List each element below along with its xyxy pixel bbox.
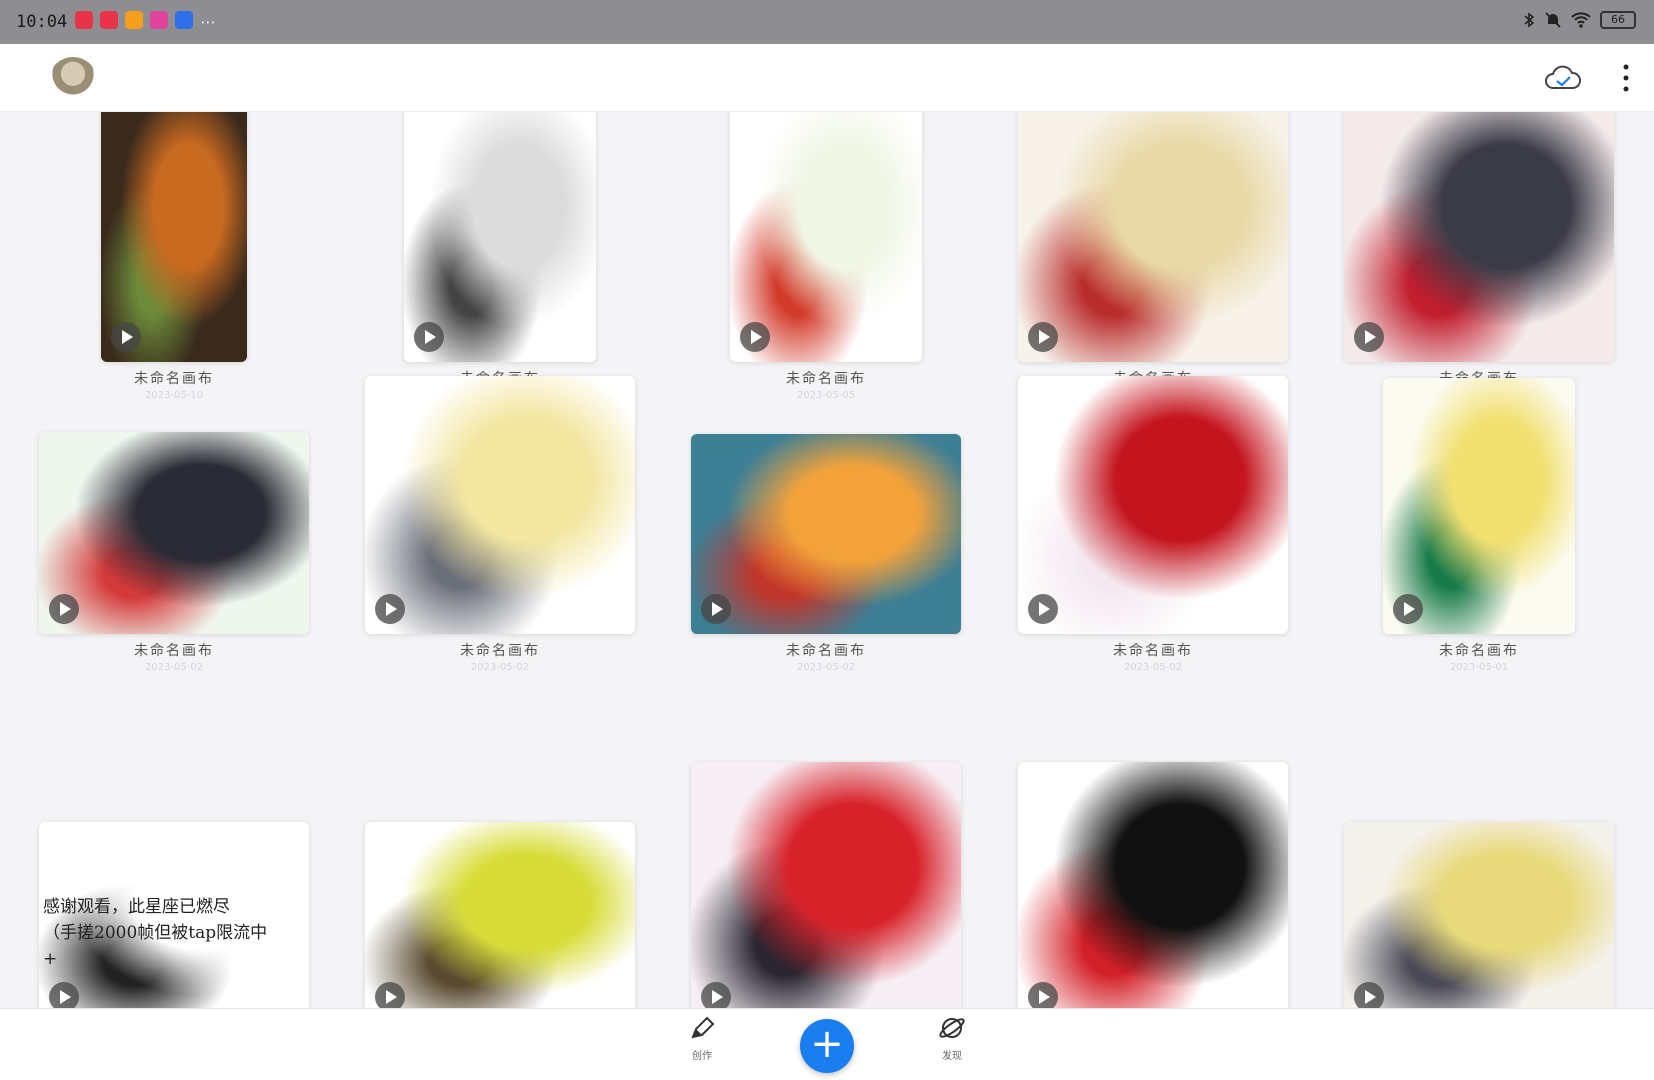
add-canvas-button[interactable]: + xyxy=(800,1019,854,1073)
artwork-date: 2023-05-02 xyxy=(144,662,204,673)
play-icon[interactable] xyxy=(1393,594,1423,624)
artwork-title: 未命名画布 xyxy=(134,643,214,659)
mute-bell-icon xyxy=(1545,12,1561,28)
artwork-text-line: 感谢观看，此星座已燃尽 xyxy=(43,897,230,917)
artwork-date: 2023-05-02 xyxy=(1123,662,1183,673)
play-icon[interactable] xyxy=(375,982,405,1008)
play-icon[interactable] xyxy=(701,982,731,1008)
play-icon[interactable] xyxy=(1354,322,1384,352)
bottom-nav: 创作 + 发现 xyxy=(0,1008,1654,1080)
system-icons: 66 xyxy=(1522,11,1636,29)
more-notifications: ··· xyxy=(200,12,216,32)
artwork-date: 2023-05-01 xyxy=(1449,662,1509,673)
artwork-thumbnail[interactable] xyxy=(1383,378,1575,634)
artwork-title: 未命名画布 xyxy=(1439,643,1519,659)
tab-discover-label: 发现 xyxy=(942,1051,962,1062)
artwork-title: 未命名画布 xyxy=(786,371,866,387)
play-icon[interactable] xyxy=(1028,594,1058,624)
artwork-title: 未命名画布 xyxy=(1113,643,1193,659)
play-icon[interactable] xyxy=(414,322,444,352)
status-bar: 10:04 ··· 66 xyxy=(0,0,1654,44)
artwork-date: 2023-05-02 xyxy=(796,662,856,673)
artwork-thumbnail[interactable] xyxy=(730,112,922,362)
artwork-thumbnail[interactable] xyxy=(39,432,309,634)
artwork-text: 感谢观看，此星座已燃尽 （手搓2000帧但被tap限流中 + xyxy=(43,894,267,972)
play-icon[interactable] xyxy=(740,322,770,352)
cloud-sync-icon[interactable] xyxy=(1544,62,1582,94)
artwork-thumbnail[interactable] xyxy=(1018,376,1288,634)
more-vertical-icon[interactable] xyxy=(1622,62,1630,94)
notification-app-icon xyxy=(100,11,119,29)
tab-discover[interactable]: 发现 xyxy=(922,1015,982,1062)
artwork-thumbnail[interactable] xyxy=(101,112,247,362)
tab-create-label: 创作 xyxy=(692,1051,712,1062)
notification-app-icon xyxy=(175,11,194,29)
artwork-thumbnail[interactable] xyxy=(1344,112,1614,362)
artwork-title: 未命名画布 xyxy=(460,643,540,659)
artwork-thumbnail[interactable] xyxy=(1344,822,1614,1008)
play-icon[interactable] xyxy=(49,982,79,1008)
artwork-date: 2023-05-10 xyxy=(144,390,204,401)
notification-icons xyxy=(75,11,200,33)
play-icon[interactable] xyxy=(1354,982,1384,1008)
artwork-date: 2023-05-02 xyxy=(470,662,530,673)
artwork-text-line: （手搓2000帧但被tap限流中 xyxy=(43,923,268,943)
artwork-title: 未命名画布 xyxy=(134,371,214,387)
artwork-grid: 未命名画布2023-05-10未命名画布2023-05-03未命名画布2023-… xyxy=(0,112,1654,1008)
app-bar xyxy=(0,44,1654,112)
tab-create[interactable]: 创作 xyxy=(672,1015,732,1062)
play-icon[interactable] xyxy=(111,322,141,352)
play-icon[interactable] xyxy=(1028,322,1058,352)
play-icon[interactable] xyxy=(701,594,731,624)
play-icon[interactable] xyxy=(375,594,405,624)
artwork-thumbnail[interactable] xyxy=(365,822,635,1008)
artwork-thumbnail[interactable]: 感谢观看，此星座已燃尽 （手搓2000帧但被tap限流中 + xyxy=(39,822,309,1008)
avatar[interactable] xyxy=(50,57,96,99)
artwork-thumbnail[interactable] xyxy=(1018,762,1288,1008)
artwork-thumbnail[interactable] xyxy=(404,112,596,362)
notification-app-icon xyxy=(150,11,169,29)
planet-icon xyxy=(939,1018,965,1038)
play-icon[interactable] xyxy=(1028,982,1058,1008)
artwork-text-line: + xyxy=(43,949,58,969)
play-icon[interactable] xyxy=(49,594,79,624)
notification-app-icon xyxy=(125,11,144,29)
artwork-thumbnail[interactable] xyxy=(365,376,635,634)
notification-app-icon xyxy=(75,11,94,29)
bluetooth-icon xyxy=(1524,12,1535,28)
artwork-thumbnail[interactable] xyxy=(1018,112,1288,362)
artwork-title: 未命名画布 xyxy=(786,643,866,659)
battery-icon: 66 xyxy=(1600,11,1636,29)
artwork-date: 2023-05-05 xyxy=(796,390,856,401)
wifi-icon xyxy=(1571,12,1591,28)
status-time: 10:04 xyxy=(16,12,68,32)
artwork-thumbnail[interactable] xyxy=(691,434,961,634)
artwork-thumbnail[interactable] xyxy=(691,762,961,1008)
pencil-icon xyxy=(691,1016,715,1039)
